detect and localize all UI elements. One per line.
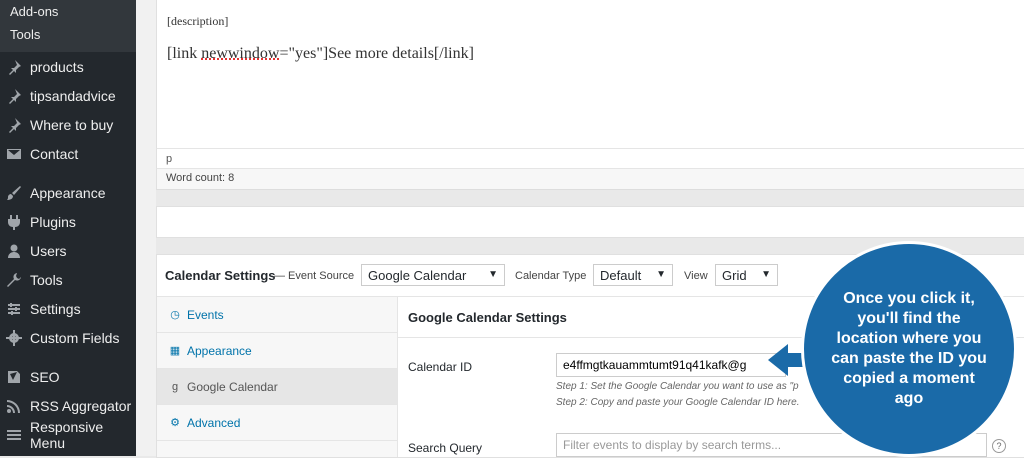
content-gutter xyxy=(136,0,156,456)
empty-metabox xyxy=(156,206,1024,238)
sidebar-item-label: Responsive Menu xyxy=(30,419,136,451)
mail-icon xyxy=(6,146,22,162)
annotation-callout: Once you click it, you'll find the locat… xyxy=(801,241,1017,457)
user-icon xyxy=(6,243,22,259)
tab-google-calendar[interactable]: g Google Calendar xyxy=(157,369,397,405)
seo-icon xyxy=(6,369,22,385)
sidebar-item-label: Contact xyxy=(30,146,78,162)
section-title: Google Calendar Settings xyxy=(408,310,567,325)
view-select[interactable]: Grid ▼ xyxy=(715,264,778,286)
brush-icon xyxy=(6,185,22,201)
calendar-type-value: Default xyxy=(600,268,641,283)
sidebar-item-label: Where to buy xyxy=(30,117,113,133)
submenu-item-tools[interactable]: Tools xyxy=(10,27,40,42)
step-2-hint: Step 2: Copy and paste your Google Calen… xyxy=(556,397,799,408)
gear-icon xyxy=(6,330,22,346)
wrench-icon xyxy=(6,272,22,288)
calendar-id-value: e4ffmgtkauammtumt91q41kafk@g xyxy=(563,358,746,372)
link-rest: ="yes"]See more details[/link] xyxy=(279,45,473,62)
sidebar-item-rss-aggregator[interactable]: RSS Aggregator xyxy=(0,392,136,420)
tab-label: Appearance xyxy=(187,344,252,358)
pin-icon xyxy=(6,59,22,75)
word-count: Word count: 8 xyxy=(166,172,234,184)
event-source-label: — Event Source xyxy=(274,270,354,282)
admin-sidebar: Add-ons Tools products tipsandadvice Whe… xyxy=(0,0,136,456)
chevron-down-icon: ▼ xyxy=(488,269,498,280)
editor-path: p xyxy=(156,148,1024,169)
calendar-icon: ▦ xyxy=(169,344,181,357)
sidebar-item-products[interactable]: products xyxy=(0,53,136,81)
sidebar-item-label: tipsandadvice xyxy=(30,88,116,104)
step-1-hint: Step 1: Set the Google Calendar you want… xyxy=(556,381,799,392)
callout-text: Once you click it, you'll find the locat… xyxy=(830,289,988,409)
tab-label: Advanced xyxy=(187,416,240,430)
calendar-id-input[interactable]: e4ffmgtkauammtumt91q41kafk@g xyxy=(556,353,786,377)
sidebar-item-custom-fields[interactable]: Custom Fields xyxy=(0,324,136,352)
sidebar-item-users[interactable]: Users xyxy=(0,237,136,265)
pin-icon xyxy=(6,88,22,104)
chevron-down-icon: ▼ xyxy=(761,269,771,280)
sidebar-item-label: RSS Aggregator xyxy=(30,398,131,414)
rss-icon xyxy=(6,398,22,414)
editor-area[interactable]: [description] [link newwindow="yes"]See … xyxy=(156,0,1024,148)
cogs-icon: ⚙ xyxy=(169,416,181,429)
plugin-icon xyxy=(6,214,22,230)
sidebar-item-label: Settings xyxy=(30,301,81,317)
link-open: [link xyxy=(167,45,201,62)
calendar-settings-title: Calendar Settings xyxy=(165,268,276,283)
sidebar-item-label: products xyxy=(30,59,84,75)
word-count-bar: Word count: 8 xyxy=(156,168,1024,190)
sidebar-item-plugins[interactable]: Plugins xyxy=(0,208,136,236)
search-query-label: Search Query xyxy=(408,441,482,455)
sidebar-item-where-to-buy[interactable]: Where to buy xyxy=(0,111,136,139)
event-source-select[interactable]: Google Calendar ▼ xyxy=(361,264,505,286)
sidebar-item-contact[interactable]: Contact xyxy=(0,140,136,168)
link-shortcode: [link newwindow="yes"]See more details[/… xyxy=(167,45,474,63)
sidebar-item-label: Plugins xyxy=(30,214,76,230)
sidebar-item-tipsandadvice[interactable]: tipsandadvice xyxy=(0,82,136,110)
sidebar-item-tools[interactable]: Tools xyxy=(0,266,136,294)
chevron-down-icon: ▼ xyxy=(656,269,666,280)
tab-events[interactable]: ◷ Events xyxy=(157,297,397,333)
submenu: Add-ons Tools xyxy=(0,0,136,52)
sidebar-item-responsive-menu[interactable]: Responsive Menu xyxy=(0,421,136,449)
description-shortcode: [description] xyxy=(167,14,228,29)
menu-icon xyxy=(6,427,22,443)
path-element[interactable]: p xyxy=(166,153,172,165)
calendar-id-label: Calendar ID xyxy=(408,360,472,374)
sidebar-item-label: Tools xyxy=(30,272,63,288)
sidebar-item-seo[interactable]: SEO xyxy=(0,363,136,391)
clock-icon: ◷ xyxy=(169,308,181,321)
tab-label: Google Calendar xyxy=(187,380,278,394)
sidebar-item-label: SEO xyxy=(30,369,60,385)
sidebar-item-settings[interactable]: Settings xyxy=(0,295,136,323)
sidebar-item-label: Appearance xyxy=(30,185,106,201)
sidebar-item-label: Custom Fields xyxy=(30,330,119,346)
submenu-item-addons[interactable]: Add-ons xyxy=(10,4,58,19)
settings-tabs: ◷ Events ▦ Appearance g Google Calendar … xyxy=(157,297,398,457)
pin-icon xyxy=(6,117,22,133)
settings-icon xyxy=(6,301,22,317)
tab-appearance[interactable]: ▦ Appearance xyxy=(157,333,397,369)
view-label: View xyxy=(684,270,708,282)
calendar-type-label: Calendar Type xyxy=(515,270,586,282)
link-attr: newwindow xyxy=(201,45,279,62)
calendar-type-select[interactable]: Default ▼ xyxy=(593,264,673,286)
search-query-placeholder: Filter events to display by search terms… xyxy=(563,438,781,452)
sidebar-item-appearance[interactable]: Appearance xyxy=(0,179,136,207)
tab-label: Events xyxy=(187,308,224,322)
tab-advanced[interactable]: ⚙ Advanced xyxy=(157,405,397,441)
view-value: Grid xyxy=(722,268,747,283)
event-source-value: Google Calendar xyxy=(368,268,466,283)
sidebar-item-label: Users xyxy=(30,243,67,259)
google-icon: g xyxy=(169,381,181,393)
help-icon[interactable]: ? xyxy=(992,439,1006,453)
